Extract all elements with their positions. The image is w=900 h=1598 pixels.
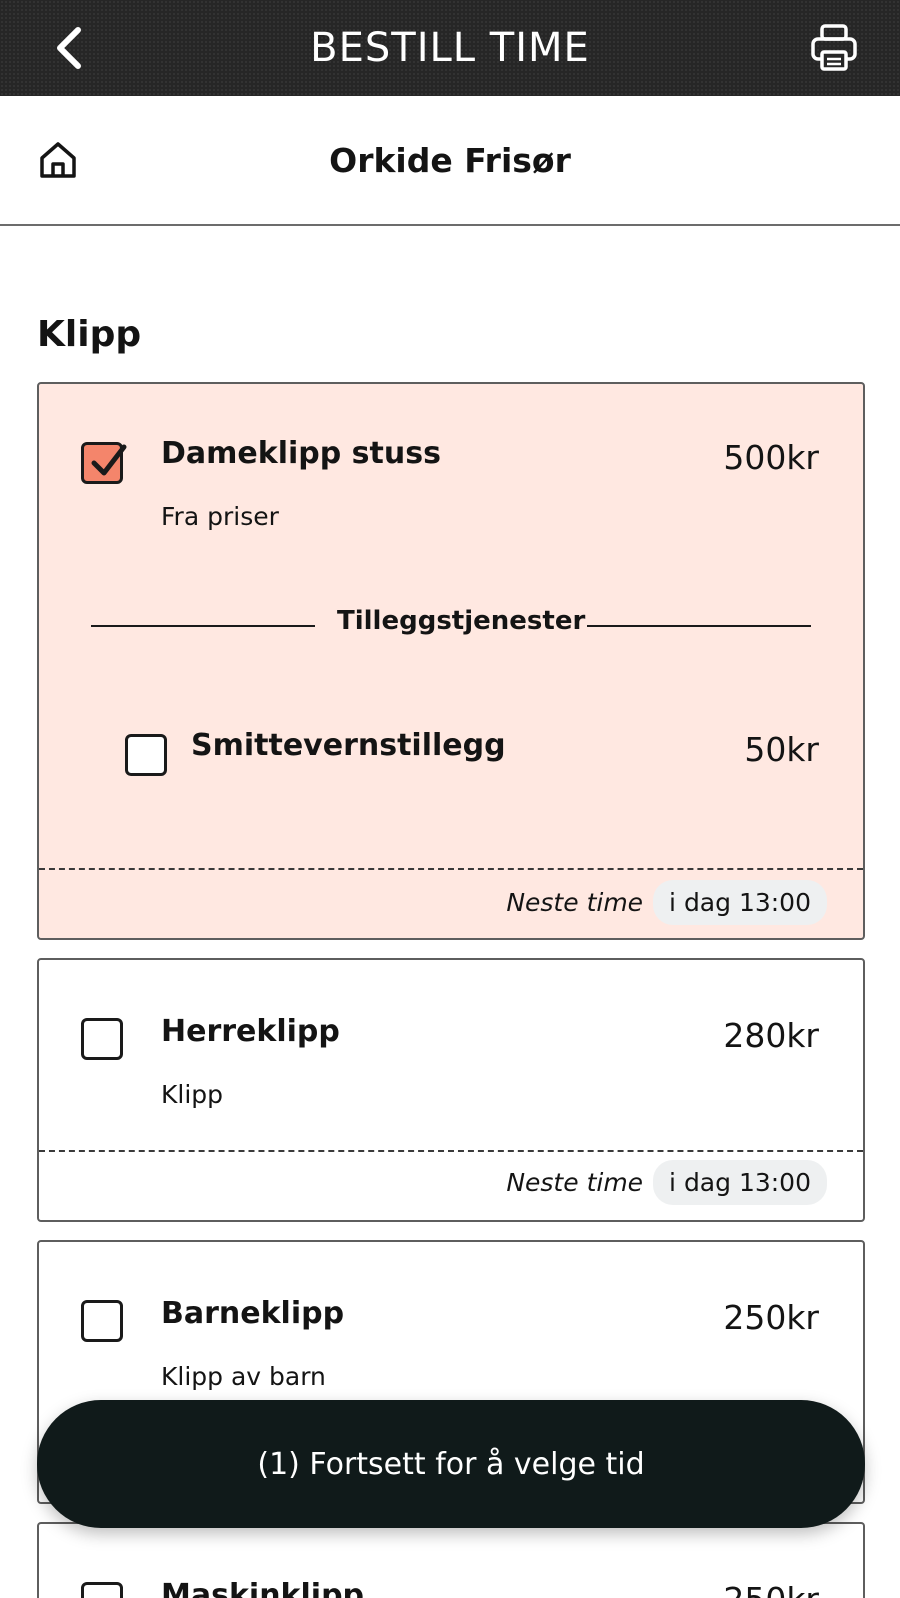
next-time: Neste time i dag 13:00: [506, 1160, 827, 1205]
service-checkbox[interactable]: [81, 1582, 123, 1598]
divider-line-left: [91, 625, 315, 627]
home-icon: [40, 142, 76, 178]
service-description: Klipp: [161, 1080, 224, 1109]
service-checkbox[interactable]: [81, 1300, 123, 1342]
addon-checkbox[interactable]: [125, 734, 167, 776]
service-checkbox[interactable]: [81, 1018, 123, 1060]
addon-price: 50kr: [744, 730, 819, 769]
chevron-left-icon: [57, 27, 81, 69]
service-card-maskinklipp[interactable]: Maskinklipp 250kr: [37, 1522, 865, 1598]
next-time-label: Neste time: [506, 888, 644, 917]
service-name: Herreklipp: [161, 1014, 340, 1049]
addon-name: Smittevernstillegg: [191, 728, 506, 763]
continue-button[interactable]: (1) Fortsett for å velge tid: [37, 1400, 865, 1528]
service-price: 250kr: [723, 1298, 819, 1337]
service-price: 500kr: [723, 438, 819, 477]
service-name: Barneklipp: [161, 1296, 345, 1331]
service-description: Klipp av barn: [161, 1362, 326, 1391]
divider-line-right: [587, 625, 811, 627]
checkmark-icon: [91, 444, 127, 476]
service-price: 280kr: [723, 1016, 819, 1055]
service-name: Maskinklipp: [161, 1578, 365, 1598]
next-time: Neste time i dag 13:00: [506, 880, 827, 925]
top-bar: BESTILL TIME: [0, 0, 900, 96]
home-button[interactable]: [36, 138, 80, 182]
card-separator: [39, 1150, 863, 1152]
next-time-label: Neste time: [506, 1168, 644, 1197]
printer-icon: [811, 24, 857, 71]
service-card-dameklipp[interactable]: Dameklipp stuss 500kr Fra priser Tillegg…: [37, 382, 865, 940]
service-checkbox[interactable]: [81, 442, 127, 484]
section-title: Klipp: [37, 314, 142, 355]
page-title: BESTILL TIME: [310, 25, 590, 71]
service-description: Fra priser: [161, 502, 279, 531]
next-time-badge: i dag 13:00: [653, 880, 827, 925]
addons-title: Tilleggstjenester: [337, 606, 586, 636]
next-time-badge: i dag 13:00: [653, 1160, 827, 1205]
salon-name: Orkide Frisør: [329, 140, 571, 180]
service-name: Dameklipp stuss: [161, 436, 441, 471]
print-button[interactable]: [806, 20, 862, 76]
salon-header: Orkide Frisør: [0, 96, 900, 226]
service-price: 250kr: [723, 1580, 819, 1598]
service-card-herreklipp[interactable]: Herreklipp 280kr Klipp Neste time i dag …: [37, 958, 865, 1222]
back-button[interactable]: [44, 22, 94, 74]
card-separator: [39, 868, 863, 870]
